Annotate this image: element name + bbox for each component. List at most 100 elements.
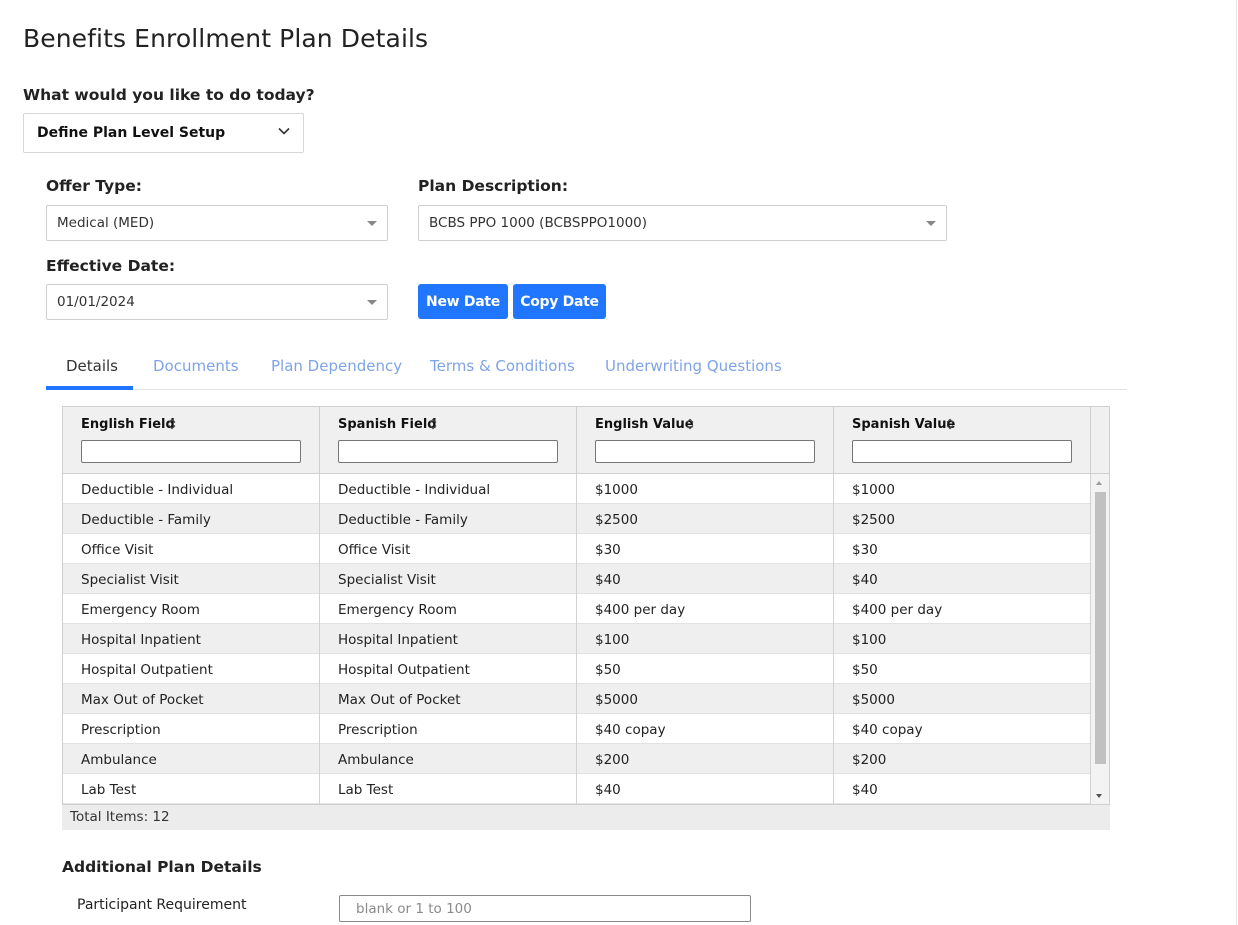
participant-requirement-label: Participant Requirement (77, 897, 247, 913)
plan-description-select[interactable]: BCBS PPO 1000 (BCBSPPO1000) (418, 205, 947, 241)
cell-english-field: Hospital Inpatient (63, 624, 320, 654)
column-title: Spanish Field (338, 417, 437, 432)
tab-terms-conditions[interactable]: Terms & Conditions (430, 357, 575, 375)
cell-spanish-field: Deductible - Individual (320, 474, 577, 504)
filter-input-english-value[interactable] (595, 440, 815, 463)
additional-plan-details-title: Additional Plan Details (62, 858, 262, 876)
cell-spanish-field: Ambulance (320, 744, 577, 774)
cell-english-value: $2500 (577, 504, 834, 534)
task-select[interactable]: Define Plan Level Setup (23, 113, 304, 153)
tab-plan-dependency[interactable]: Plan Dependency (271, 357, 402, 375)
cell-english-field: Emergency Room (63, 594, 320, 624)
cell-spanish-value: $2500 (834, 504, 1091, 534)
table-row[interactable]: Prescription Prescription $40 copay $40 … (63, 714, 1091, 744)
table-row[interactable]: Specialist Visit Specialist Visit $40 $4… (63, 564, 1091, 594)
column-header-english-field[interactable]: English Field (63, 407, 320, 473)
column-header-spanish-value[interactable]: Spanish Value (834, 407, 1091, 473)
filter-input-spanish-value[interactable] (852, 440, 1072, 463)
scrollbar-thumb[interactable] (1095, 492, 1106, 764)
cell-english-field: Ambulance (63, 744, 320, 774)
cell-spanish-field: Office Visit (320, 534, 577, 564)
cell-english-value: $40 copay (577, 714, 834, 744)
grid-total-items: Total Items: 12 (62, 805, 1110, 830)
active-tab-indicator (46, 386, 133, 390)
scrollbar-gutter-header (1091, 407, 1109, 473)
cell-spanish-value: $50 (834, 654, 1091, 684)
table-row[interactable]: Office Visit Office Visit $30 $30 (63, 534, 1091, 564)
cell-english-value: $1000 (577, 474, 834, 504)
plan-description-label: Plan Description: (418, 177, 569, 195)
caret-down-icon (926, 221, 936, 226)
table-row[interactable]: Hospital Inpatient Hospital Inpatient $1… (63, 624, 1091, 654)
cell-spanish-value: $40 (834, 564, 1091, 594)
cell-english-field: Prescription (63, 714, 320, 744)
table-row[interactable]: Lab Test Lab Test $40 $40 (63, 774, 1091, 804)
sort-icon[interactable] (945, 417, 955, 431)
page-right-edge (1236, 0, 1237, 925)
column-header-english-value[interactable]: English Value (577, 407, 834, 473)
cell-english-field: Specialist Visit (63, 564, 320, 594)
tab-underwriting-questions[interactable]: Underwriting Questions (605, 357, 782, 375)
cell-english-field: Lab Test (63, 774, 320, 804)
table-row[interactable]: Deductible - Family Deductible - Family … (63, 504, 1091, 534)
cell-spanish-field: Specialist Visit (320, 564, 577, 594)
new-date-button[interactable]: New Date (418, 284, 508, 319)
effective-date-label: Effective Date: (46, 257, 176, 275)
effective-date-value: 01/01/2024 (57, 294, 135, 310)
column-title: Spanish Value (852, 417, 956, 432)
scroll-up-icon[interactable] (1096, 481, 1102, 485)
cell-english-field: Deductible - Family (63, 504, 320, 534)
cell-english-value: $40 (577, 564, 834, 594)
filter-input-english-field[interactable] (81, 440, 301, 463)
table-row[interactable]: Emergency Room Emergency Room $400 per d… (63, 594, 1091, 624)
cell-english-field: Max Out of Pocket (63, 684, 320, 714)
cell-english-value: $30 (577, 534, 834, 564)
offer-type-label: Offer Type: (46, 177, 142, 195)
column-header-spanish-field[interactable]: Spanish Field (320, 407, 577, 473)
column-title: English Field (81, 417, 175, 432)
table-row[interactable]: Max Out of Pocket Max Out of Pocket $500… (63, 684, 1091, 714)
cell-spanish-field: Lab Test (320, 774, 577, 804)
sort-icon[interactable] (167, 417, 177, 431)
offer-type-value: Medical (MED) (57, 215, 155, 231)
cell-spanish-value: $100 (834, 624, 1091, 654)
grid-body: Deductible - Individual Deductible - Ind… (63, 474, 1091, 804)
cell-english-value: $400 per day (577, 594, 834, 624)
cell-english-value: $5000 (577, 684, 834, 714)
cell-spanish-value: $40 copay (834, 714, 1091, 744)
grid-header: English Field Spanish Field English Valu… (63, 407, 1109, 474)
cell-spanish-field: Max Out of Pocket (320, 684, 577, 714)
scroll-down-icon[interactable] (1096, 794, 1102, 798)
effective-date-select[interactable]: 01/01/2024 (46, 284, 388, 320)
tab-details[interactable]: Details (66, 357, 118, 375)
cell-spanish-value: $40 (834, 774, 1091, 804)
offer-type-select[interactable]: Medical (MED) (46, 205, 388, 241)
cell-english-value: $100 (577, 624, 834, 654)
copy-date-button[interactable]: Copy Date (513, 284, 606, 319)
task-select-value: Define Plan Level Setup (37, 125, 226, 141)
sort-icon[interactable] (685, 417, 695, 431)
cell-spanish-value: $30 (834, 534, 1091, 564)
plan-description-value: BCBS PPO 1000 (BCBSPPO1000) (429, 215, 648, 231)
cell-spanish-value: $200 (834, 744, 1091, 774)
table-row[interactable]: Deductible - Individual Deductible - Ind… (63, 474, 1091, 504)
cell-english-value: $200 (577, 744, 834, 774)
cell-spanish-field: Hospital Outpatient (320, 654, 577, 684)
grid-vertical-scrollbar[interactable] (1091, 474, 1109, 804)
cell-english-value: $50 (577, 654, 834, 684)
table-row[interactable]: Hospital Outpatient Hospital Outpatient … (63, 654, 1091, 684)
chevron-down-icon (278, 127, 290, 135)
tab-documents[interactable]: Documents (153, 357, 239, 375)
cell-spanish-value: $1000 (834, 474, 1091, 504)
cell-spanish-field: Prescription (320, 714, 577, 744)
sort-icon[interactable] (428, 417, 438, 431)
plan-details-grid: English Field Spanish Field English Valu… (62, 406, 1110, 805)
filter-input-spanish-field[interactable] (338, 440, 558, 463)
column-title: English Value (595, 417, 694, 432)
cell-spanish-field: Hospital Inpatient (320, 624, 577, 654)
participant-requirement-input[interactable] (339, 895, 751, 922)
table-row[interactable]: Ambulance Ambulance $200 $200 (63, 744, 1091, 774)
cell-english-value: $40 (577, 774, 834, 804)
cell-spanish-value: $5000 (834, 684, 1091, 714)
tab-bar: Details Documents Plan Dependency Terms … (46, 348, 1127, 390)
